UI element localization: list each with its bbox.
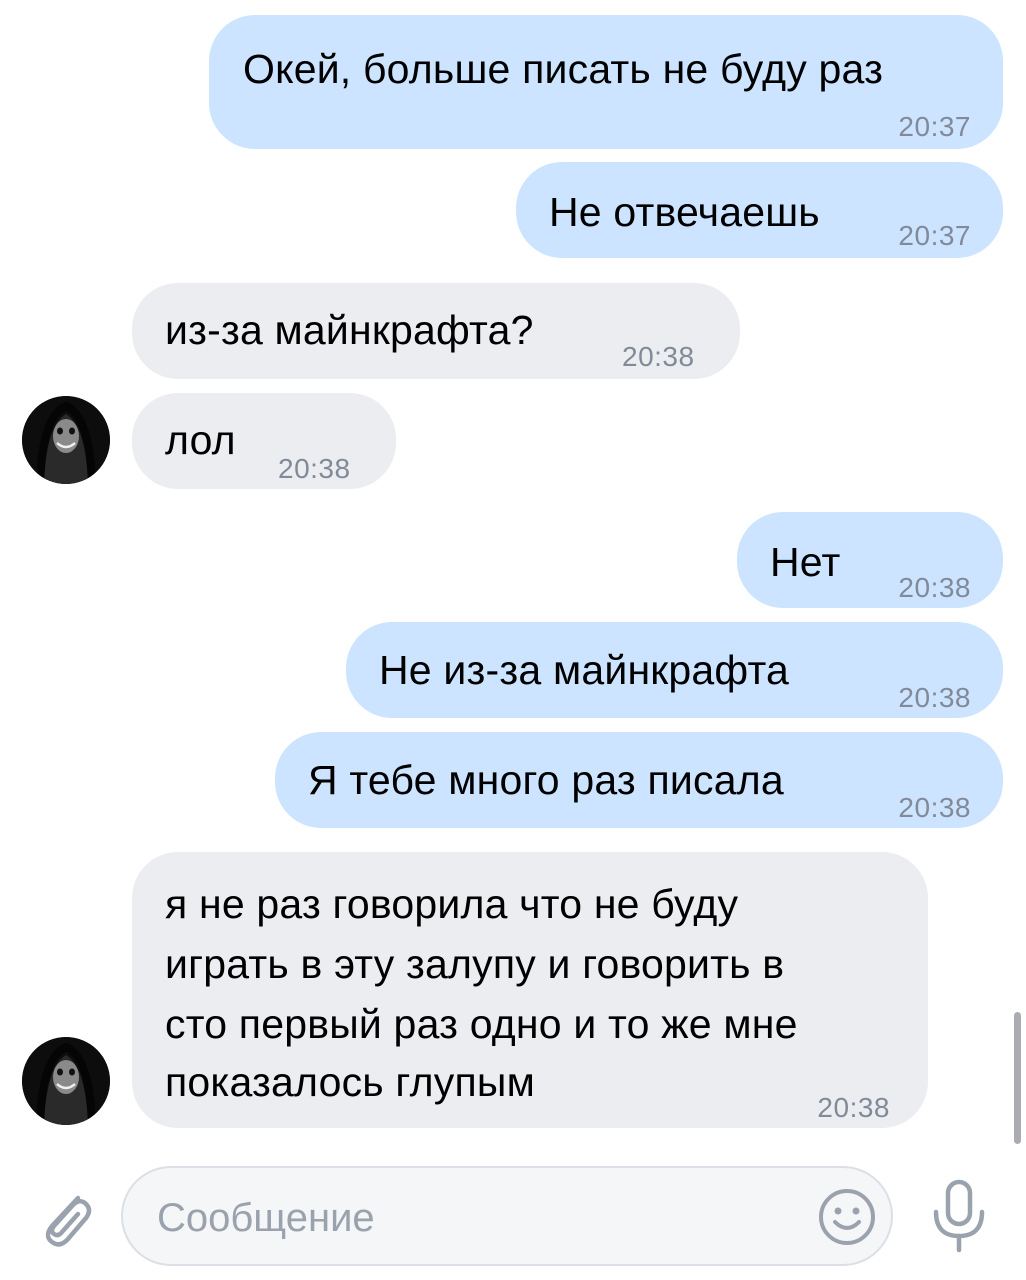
message-text: Я тебе много раз писала (308, 757, 784, 803)
message-text-line: играть в эту залупу и говорить в (165, 941, 785, 987)
scrollbar[interactable] (1014, 1012, 1021, 1144)
message-text: из-за майнкрафта? (165, 307, 534, 353)
message-time: 20:38 (898, 572, 971, 603)
message-time: 20:38 (278, 453, 351, 484)
avatar-image-icon (22, 1037, 110, 1125)
attach-button[interactable] (32, 1182, 96, 1252)
paperclip-icon (45, 1195, 92, 1247)
avatar-image-icon (22, 396, 110, 484)
emoji-button[interactable] (817, 1187, 877, 1247)
message-bubble-incoming[interactable]: из-за майнкрафта? 20:38 (132, 283, 740, 379)
message-bubble-incoming[interactable]: лол 20:38 (132, 393, 396, 489)
contact-avatar[interactable] (22, 1037, 110, 1125)
message-bubble-outgoing[interactable]: Я тебе много раз писала 20:38 (275, 732, 1003, 828)
microphone-icon (933, 1179, 985, 1253)
message-text-line: я не раз говорила что не буду (165, 881, 739, 927)
smile-icon (819, 1189, 875, 1245)
message-text-line: показалось глупым (165, 1059, 535, 1105)
message-bubble-incoming[interactable]: я не раз говорила что не буду играть в э… (132, 852, 928, 1128)
message-time: 20:38 (622, 341, 695, 372)
message-time: 20:38 (817, 1092, 890, 1123)
message-time: 20:38 (898, 792, 971, 823)
message-bubble-outgoing[interactable]: Не из-за майнкрафта 20:38 (346, 622, 1003, 718)
message-text: Не отвечаешь (549, 189, 820, 235)
message-text: Окей, больше писать не буду раз (243, 46, 884, 92)
message-bubble-outgoing[interactable]: Окей, больше писать не буду раз 20:37 (209, 15, 1003, 149)
message-time: 20:37 (898, 111, 971, 142)
message-text: лол (165, 417, 236, 463)
message-bubble-outgoing[interactable]: Не отвечаешь 20:37 (516, 162, 1003, 258)
message-input[interactable] (155, 1192, 799, 1244)
voice-message-button[interactable] (928, 1178, 990, 1254)
message-text: Не из-за майнкрафта (379, 647, 789, 693)
message-text-line: сто первый раз одно и то же мне (165, 1001, 798, 1047)
contact-avatar[interactable] (22, 396, 110, 484)
message-composer[interactable] (121, 1166, 893, 1266)
message-bubble-outgoing[interactable]: Нет 20:38 (737, 512, 1003, 608)
message-time: 20:38 (898, 682, 971, 713)
message-text: Нет (770, 539, 841, 585)
message-time: 20:37 (898, 220, 971, 251)
